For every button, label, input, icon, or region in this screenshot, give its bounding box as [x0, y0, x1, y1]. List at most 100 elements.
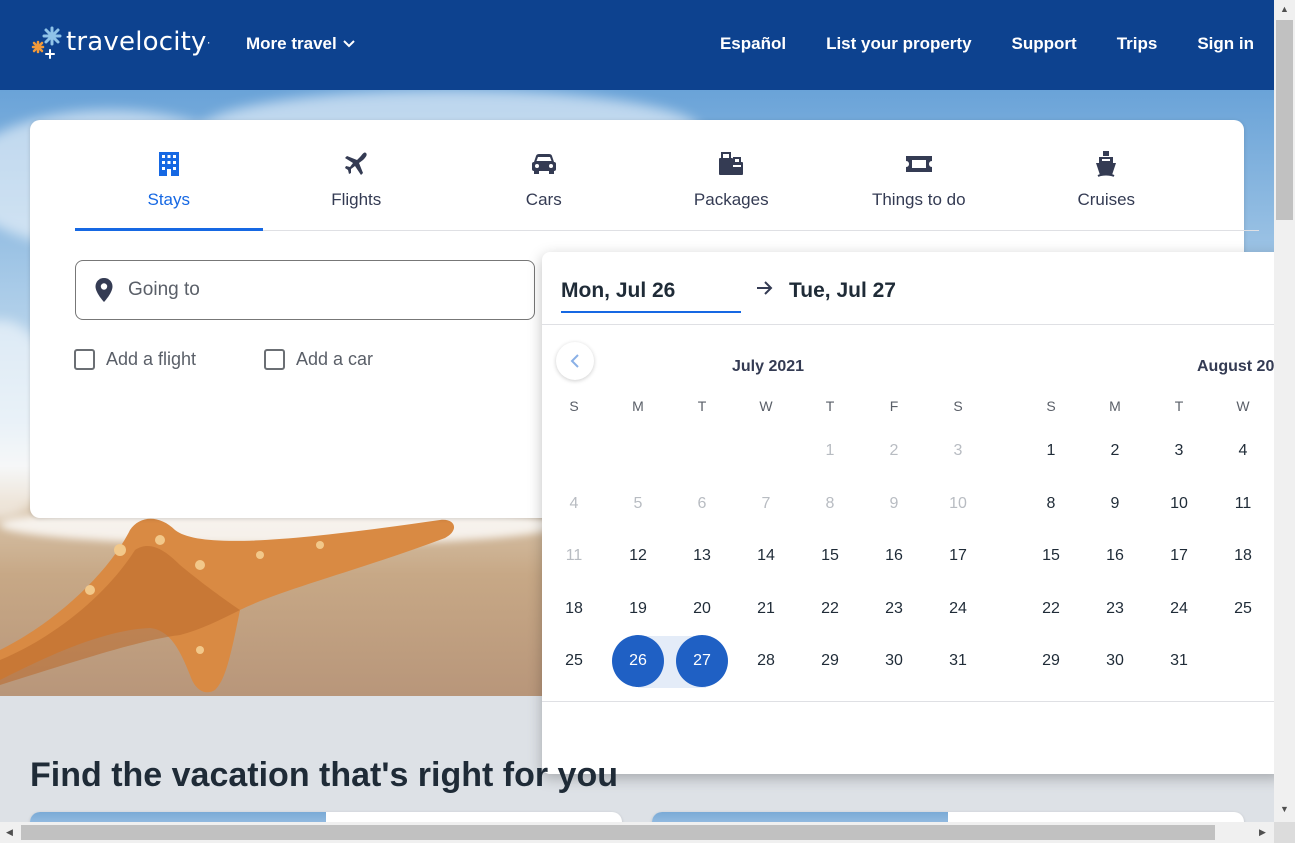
calendar-day[interactable]: 4	[1217, 425, 1269, 477]
calendar-day[interactable]: 24	[1153, 583, 1205, 635]
calendar-day[interactable]: 15	[1025, 530, 1077, 582]
tab-stays[interactable]: Stays	[75, 120, 263, 231]
vertical-scrollbar[interactable]: ▲ ▼	[1274, 0, 1295, 822]
date-picker: Mon, Jul 26 Tue, Jul 27 July 2021 August…	[542, 252, 1282, 774]
car-icon	[530, 150, 558, 178]
previous-month-button[interactable]	[556, 342, 594, 380]
add-car-checkbox[interactable]: Add a car	[264, 349, 373, 370]
calendar-day[interactable]: 12	[612, 530, 664, 582]
tab-label: Flights	[331, 190, 382, 209]
tab-cruises[interactable]: Cruises	[1013, 120, 1201, 230]
logo-star-icon	[28, 22, 66, 62]
calendar-day[interactable]: 24	[932, 583, 984, 635]
tab-packages[interactable]: Packages	[638, 120, 826, 230]
scroll-down-icon[interactable]: ▼	[1280, 804, 1289, 814]
going-to-input[interactable]: Going to	[75, 260, 535, 320]
nav-sign-in[interactable]: Sign in	[1197, 34, 1254, 54]
calendar-day[interactable]: 22	[1025, 583, 1077, 635]
calendar-day[interactable]: 10	[1153, 478, 1205, 530]
calendar-day[interactable]: 18	[1217, 530, 1269, 582]
calendar-day[interactable]: 11	[1217, 478, 1269, 530]
weekday-header: M	[1109, 398, 1121, 414]
calendar-day[interactable]: 15	[804, 530, 856, 582]
logo-text: travelocity	[66, 27, 207, 57]
weekday-header: W	[759, 398, 773, 414]
tab-label: Things to do	[871, 190, 966, 209]
add-flight-checkbox[interactable]: Add a flight	[74, 349, 196, 370]
calendar-day[interactable]: 23	[1089, 583, 1141, 635]
checkbox-box[interactable]	[74, 349, 95, 370]
check-out-date[interactable]: Tue, Jul 27	[789, 279, 896, 303]
calendar-day[interactable]: 8	[1025, 478, 1077, 530]
calendar-day[interactable]: 31	[1153, 635, 1205, 687]
calendar-day[interactable]: 31	[932, 635, 984, 687]
calendar-day[interactable]: 28	[740, 635, 792, 687]
calendar-day[interactable]: 3	[1153, 425, 1205, 477]
calendar-day: 8	[825, 494, 835, 512]
month-title-july: July 2021	[732, 358, 805, 375]
scroll-right-icon[interactable]: ▶	[1259, 827, 1266, 838]
more-travel-label: More travel	[246, 34, 337, 53]
scroll-up-icon[interactable]: ▲	[1280, 4, 1289, 14]
horizontal-scrollbar[interactable]: ◀ ▶	[0, 822, 1274, 843]
checkbox-box[interactable]	[264, 349, 285, 370]
vertical-scroll-thumb[interactable]	[1276, 20, 1293, 220]
ticket-icon	[905, 150, 933, 178]
calendar-day[interactable]: 9	[1089, 478, 1141, 530]
calendar-day[interactable]: 30	[868, 635, 920, 687]
nav-trips[interactable]: Trips	[1117, 34, 1158, 54]
weekday-header: S	[953, 398, 963, 414]
nav-list-your-property[interactable]: List your property	[826, 34, 971, 54]
plane-icon	[342, 150, 370, 178]
calendar-day[interactable]: 2	[1089, 425, 1141, 477]
calendar-day[interactable]: 17	[932, 530, 984, 582]
more-travel-menu[interactable]: More travel	[246, 34, 355, 54]
calendar-day[interactable]: 30	[1089, 635, 1141, 687]
tab-cars[interactable]: Cars	[450, 120, 638, 230]
scroll-left-icon[interactable]: ◀	[6, 827, 13, 838]
building-icon	[155, 150, 183, 178]
add-flight-label: Add a flight	[106, 349, 197, 369]
tab-label: Cruises	[1077, 190, 1136, 209]
calendar-day[interactable]: 20	[676, 583, 728, 635]
date-picker-footer-divider	[542, 701, 1282, 702]
calendar-day[interactable]: 22	[804, 583, 856, 635]
tab-things-to-do[interactable]: Things to do	[825, 120, 1013, 230]
calendar-day[interactable]: 19	[612, 583, 664, 635]
tab-label: Stays	[147, 190, 191, 209]
weekday-header: T	[1174, 398, 1184, 414]
product-tabs: Stays Flights Cars Packages Things to do	[75, 120, 1259, 231]
calendar-day[interactable]: 23	[868, 583, 920, 635]
calendar-day: 6	[697, 494, 707, 512]
calendar-day[interactable]: 18	[548, 583, 600, 635]
calendar-day: 4	[569, 494, 579, 512]
selected-calendar-day[interactable]: 26	[612, 635, 664, 688]
travelocity-logo[interactable]: travelocity ·	[28, 22, 211, 62]
selected-calendar-day[interactable]: 27	[676, 635, 728, 688]
calendar-day[interactable]: 13	[676, 530, 728, 582]
calendar-day[interactable]: 17	[1153, 530, 1205, 582]
calendar-day: 9	[889, 494, 899, 512]
tab-flights[interactable]: Flights	[263, 120, 451, 230]
calendar-day[interactable]: 14	[740, 530, 792, 582]
calendar-day[interactable]: 25	[1217, 583, 1269, 635]
calendar-day[interactable]: 1	[1025, 425, 1077, 477]
calendar-day[interactable]: 16	[1089, 530, 1141, 582]
calendar-day[interactable]: 25	[548, 635, 600, 687]
check-in-date[interactable]: Mon, Jul 26	[561, 279, 741, 313]
calendar-day[interactable]: 29	[804, 635, 856, 687]
nav-espanol[interactable]: Español	[720, 34, 786, 54]
calendar-day[interactable]: 16	[868, 530, 920, 582]
weekday-header: W	[1236, 398, 1250, 414]
map-pin-icon	[95, 278, 113, 302]
calendar-day: 3	[953, 442, 963, 459]
chevron-left-icon	[570, 354, 579, 368]
tab-label: Cars	[525, 190, 562, 209]
calendar-day[interactable]: 21	[740, 583, 792, 635]
calendar-day[interactable]: 29	[1025, 635, 1077, 687]
section-title: Find the vacation that's right for you	[30, 756, 618, 794]
chevron-down-icon	[342, 40, 355, 48]
nav-support[interactable]: Support	[1012, 34, 1077, 54]
calendar-day: 10	[949, 494, 967, 512]
horizontal-scroll-thumb[interactable]	[21, 825, 1215, 840]
